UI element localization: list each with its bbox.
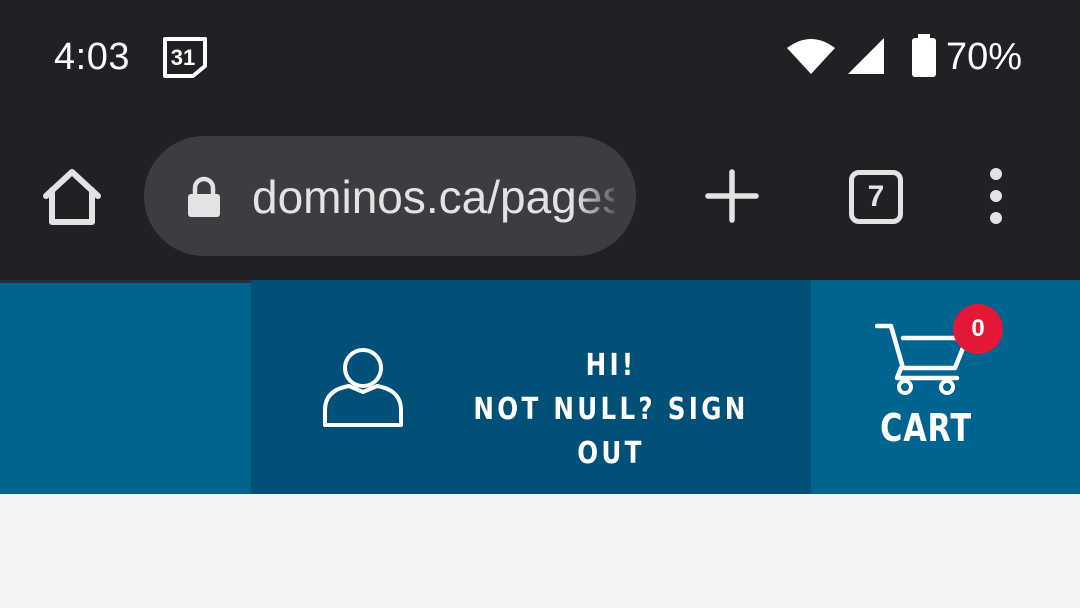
greeting-hi: HI! xyxy=(585,348,637,383)
signal-icon xyxy=(848,38,884,74)
status-time: 4:03 xyxy=(54,36,130,78)
tab-count-button[interactable]: 7 xyxy=(849,170,903,224)
battery-icon xyxy=(912,34,936,77)
status-bar: 4:03 31 70% xyxy=(0,0,1080,116)
site-header: HI! NOT NULL? SIGN OUT 0 CART xyxy=(0,280,1080,494)
battery-percent: 70% xyxy=(946,36,1023,78)
url-bar[interactable]: dominos.ca/pages/customer/ xyxy=(144,136,636,256)
home-icon[interactable] xyxy=(40,166,104,228)
cart-button[interactable]: 0 CART xyxy=(811,280,1080,494)
sign-out-link[interactable]: NOT NULL? SIGN OUT xyxy=(472,388,751,476)
page-body xyxy=(0,494,1080,608)
more-vert-icon[interactable] xyxy=(982,168,1010,224)
lock-icon xyxy=(188,176,220,217)
person-icon xyxy=(323,348,403,427)
calendar-day: 31 xyxy=(171,45,195,70)
cart-count-badge: 0 xyxy=(953,304,1003,354)
plus-icon[interactable] xyxy=(704,168,760,224)
browser-toolbar: dominos.ca/pages/customer/ 7 xyxy=(0,116,1080,280)
url-text[interactable]: dominos.ca/pages/customer/ xyxy=(252,170,614,224)
calendar-icon: 31 xyxy=(163,37,207,78)
wifi-icon xyxy=(787,39,835,74)
account-greeting[interactable]: HI! NOT NULL? SIGN OUT xyxy=(472,344,751,476)
account-block[interactable]: HI! NOT NULL? SIGN OUT xyxy=(251,280,811,494)
url-fade xyxy=(576,136,636,256)
cart-label[interactable]: CART xyxy=(866,406,986,450)
